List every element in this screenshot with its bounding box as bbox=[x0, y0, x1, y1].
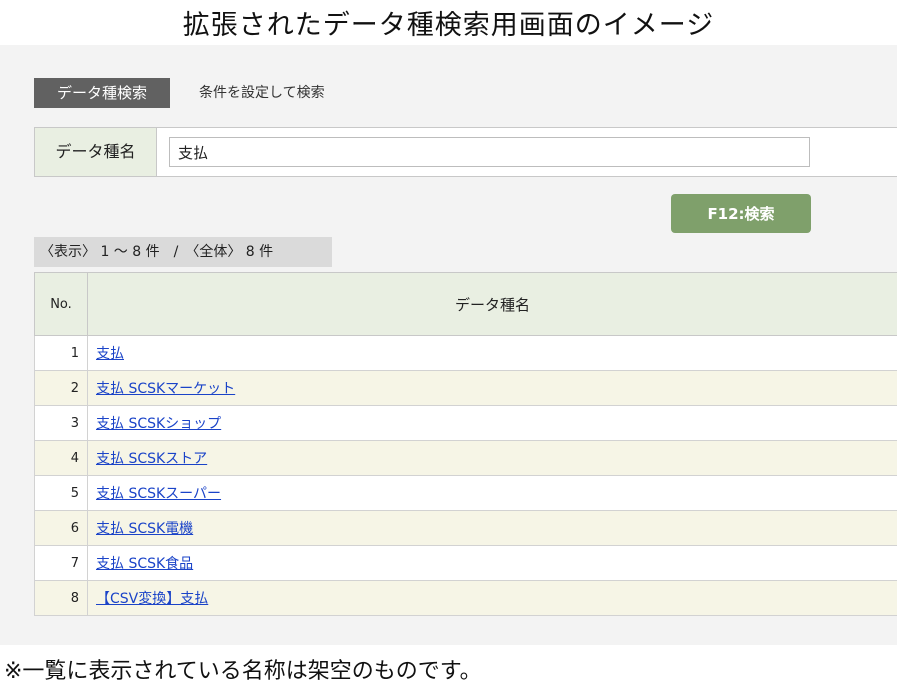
data-type-link[interactable]: 支払 SCSKマーケット bbox=[96, 381, 235, 397]
data-type-link[interactable]: 支払 SCSKスーパー bbox=[96, 486, 221, 502]
data-type-link[interactable]: 【CSV変換】支払 bbox=[96, 591, 208, 607]
table-row: 3 支払 SCSKショップ bbox=[34, 405, 897, 441]
search-button[interactable]: F12:検索 bbox=[671, 194, 811, 233]
screen-subtitle: 条件を設定して検索 bbox=[199, 85, 325, 101]
search-condition-row: データ種名 bbox=[34, 127, 897, 177]
results-table: No. データ種名 1 支払 2 支払 SCSKマーケット 3 支払 SCSKシ… bbox=[34, 272, 897, 616]
result-count: 〈表示〉 1 〜 8 件 / 〈全体〉 8 件 bbox=[34, 237, 332, 267]
tab-data-type-search[interactable]: データ種検索 bbox=[34, 78, 170, 108]
footnote: ※一覧に表示されている名称は架空のものです。 bbox=[4, 659, 482, 684]
row-name-cell: 支払 bbox=[87, 335, 897, 371]
table-row: 4 支払 SCSKストア bbox=[34, 440, 897, 476]
table-row: 7 支払 SCSK食品 bbox=[34, 545, 897, 581]
table-header-row: No. データ種名 bbox=[34, 272, 897, 336]
data-type-link[interactable]: 支払 SCSK電機 bbox=[96, 521, 193, 537]
row-name-cell: 支払 SCSKマーケット bbox=[87, 370, 897, 406]
row-name-cell: 支払 SCSK食品 bbox=[87, 545, 897, 581]
search-field-label: データ種名 bbox=[35, 128, 157, 176]
page: 拡張されたデータ種検索用画面のイメージ データ種検索 条件を設定して検索 データ… bbox=[0, 0, 897, 685]
row-name-cell: 【CSV変換】支払 bbox=[87, 580, 897, 616]
table-row: 6 支払 SCSK電機 bbox=[34, 510, 897, 546]
row-number: 6 bbox=[34, 510, 88, 546]
data-type-link[interactable]: 支払 SCSK食品 bbox=[96, 556, 193, 572]
row-name-cell: 支払 SCSKスーパー bbox=[87, 475, 897, 511]
row-number: 5 bbox=[34, 475, 88, 511]
row-name-cell: 支払 SCSKショップ bbox=[87, 405, 897, 441]
page-title: 拡張されたデータ種検索用画面のイメージ bbox=[182, 10, 715, 41]
table-row: 1 支払 bbox=[34, 335, 897, 371]
row-name-cell: 支払 SCSKストア bbox=[87, 440, 897, 476]
data-type-name-input[interactable] bbox=[169, 137, 810, 167]
column-header-no: No. bbox=[34, 272, 88, 336]
column-header-name: データ種名 bbox=[87, 272, 897, 336]
row-number: 3 bbox=[34, 405, 88, 441]
table-row: 5 支払 SCSKスーパー bbox=[34, 475, 897, 511]
row-number: 2 bbox=[34, 370, 88, 406]
table-row: 2 支払 SCSKマーケット bbox=[34, 370, 897, 406]
row-number: 7 bbox=[34, 545, 88, 581]
row-number: 4 bbox=[34, 440, 88, 476]
data-type-link[interactable]: 支払 SCSKショップ bbox=[96, 416, 221, 432]
search-screen: データ種検索 条件を設定して検索 データ種名 F12:検索 〈表示〉 1 〜 8… bbox=[0, 45, 897, 645]
data-type-link[interactable]: 支払 bbox=[96, 346, 124, 362]
row-number: 1 bbox=[34, 335, 88, 371]
data-type-link[interactable]: 支払 SCSKストア bbox=[96, 451, 207, 467]
row-number: 8 bbox=[34, 580, 88, 616]
table-row: 8 【CSV変換】支払 bbox=[34, 580, 897, 616]
row-name-cell: 支払 SCSK電機 bbox=[87, 510, 897, 546]
